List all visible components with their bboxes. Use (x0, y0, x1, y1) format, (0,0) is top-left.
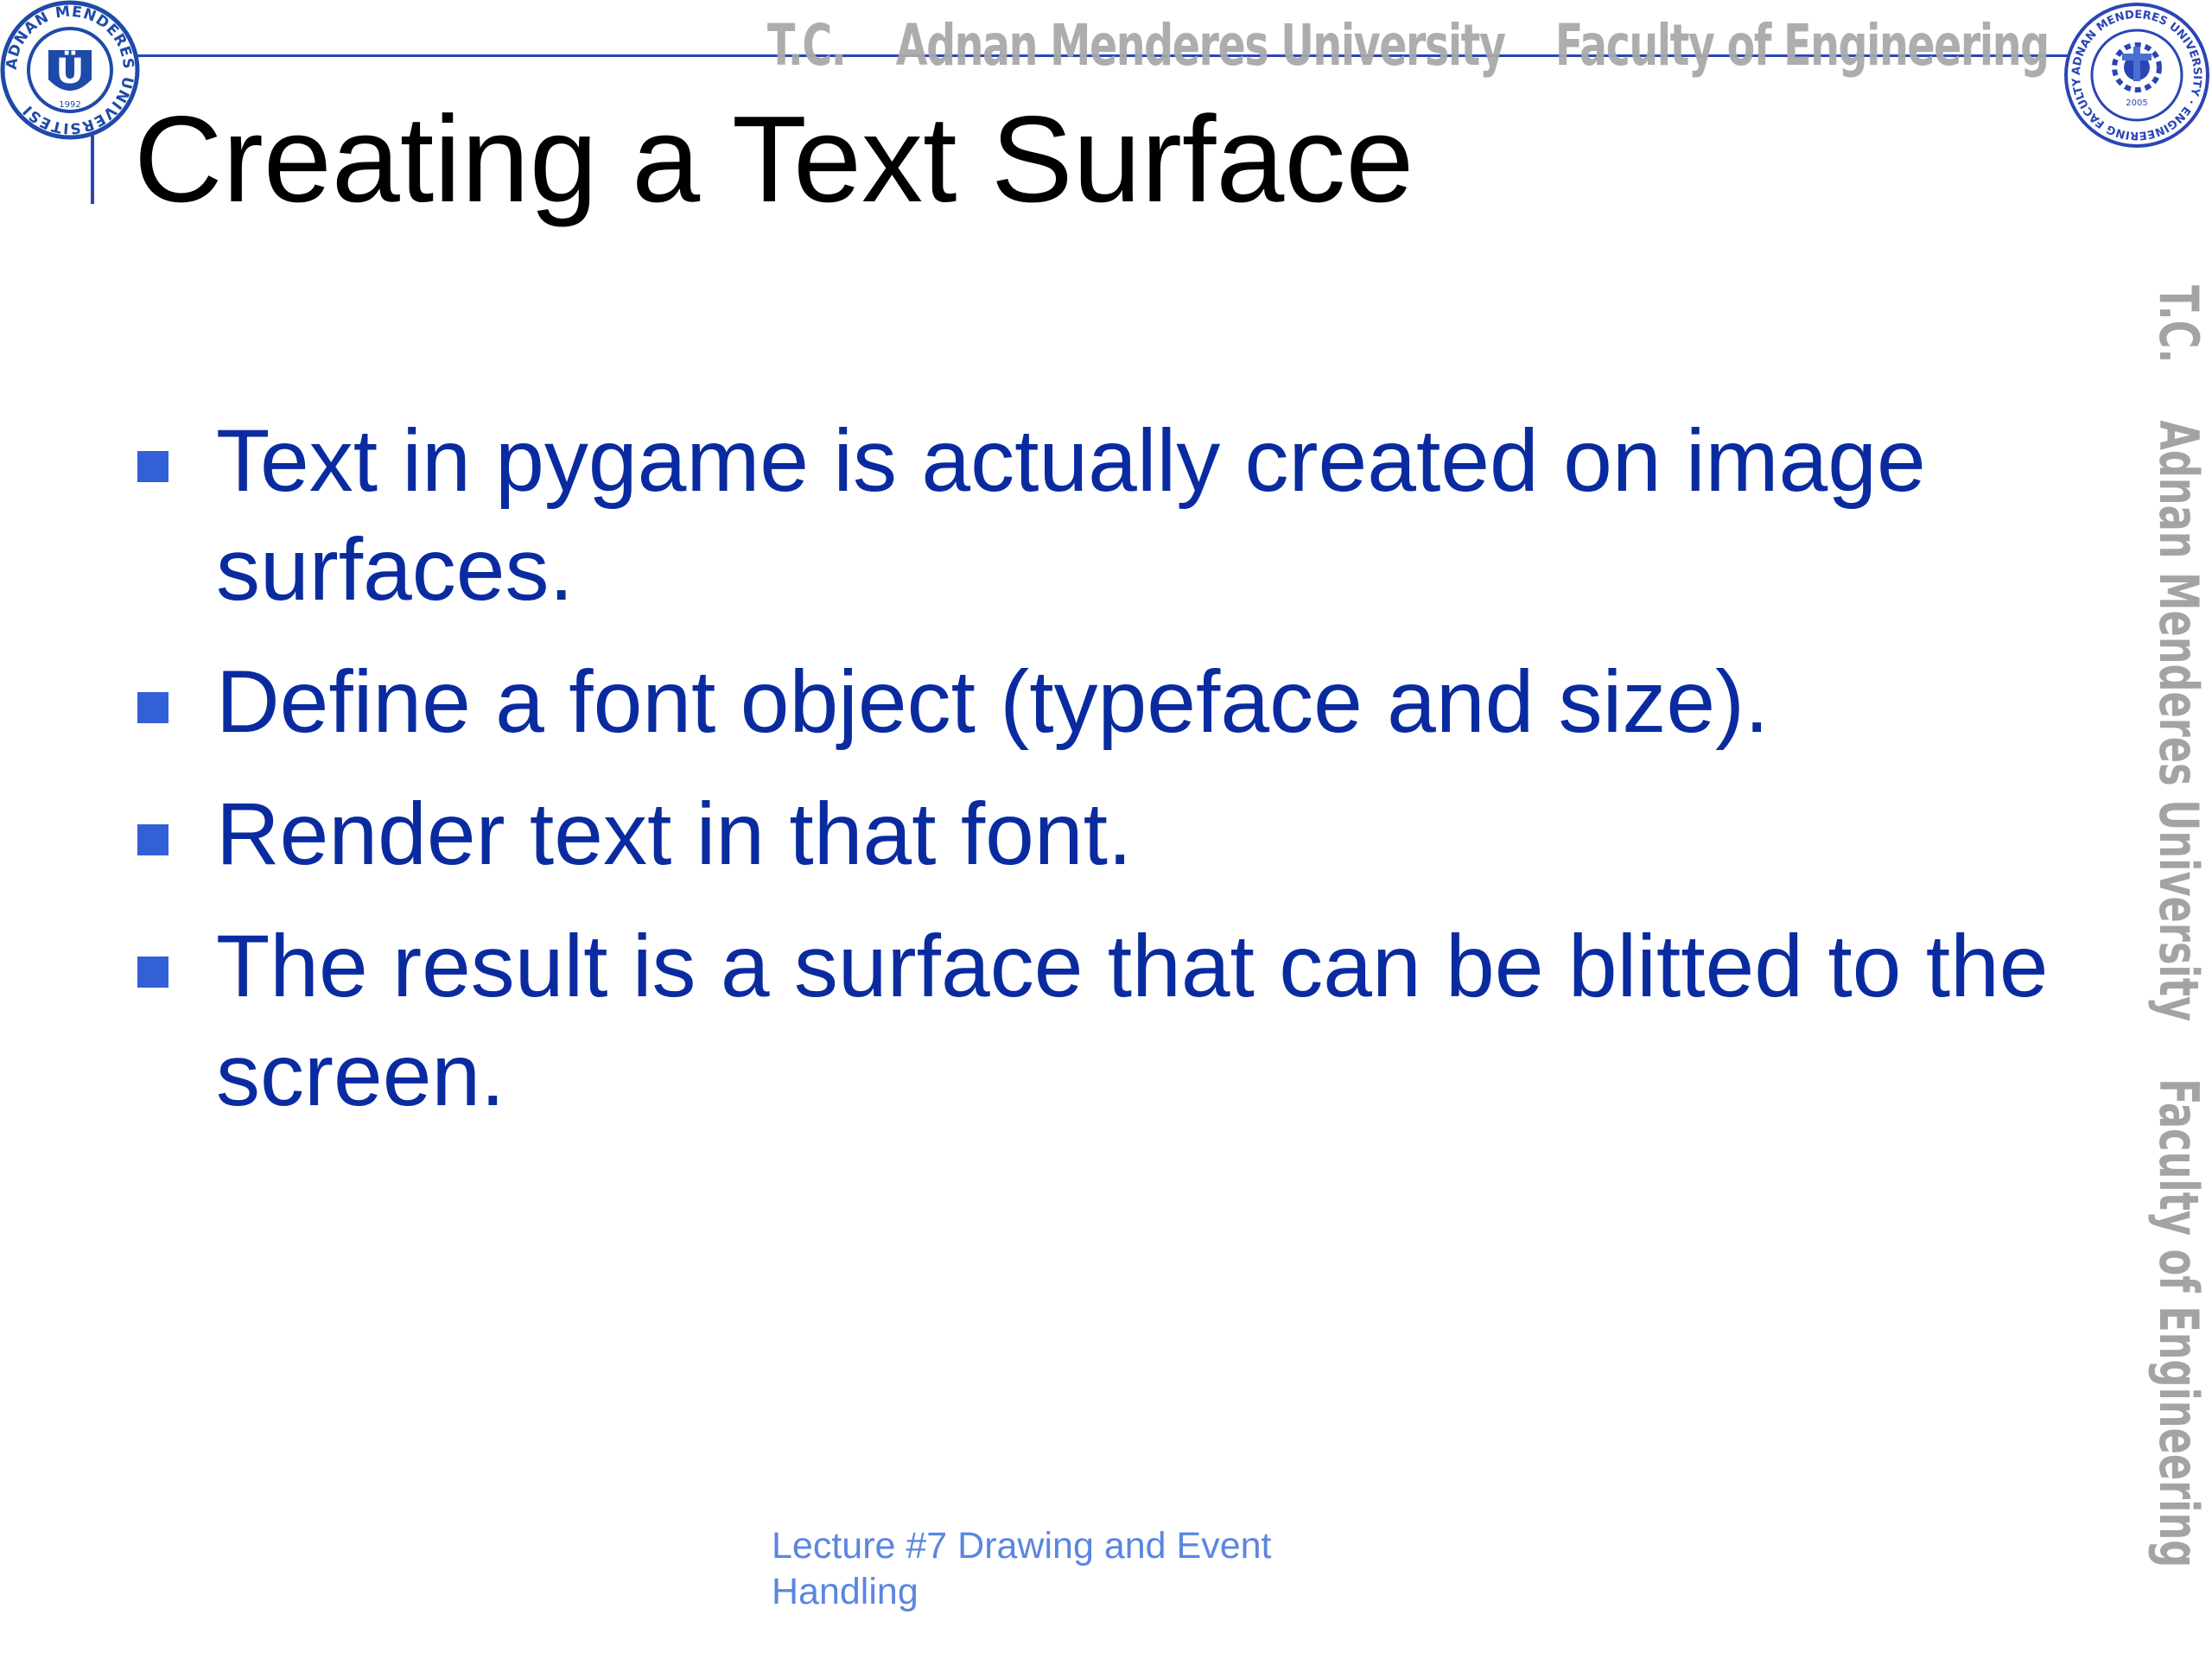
side-watermark: T.C. Adnan Menderes University Faculty o… (2147, 285, 2210, 1567)
side-watermark-faculty: Faculty of Engineering (2147, 1078, 2210, 1568)
header-watermark-university: Adnan Menderes University (895, 12, 1506, 79)
header-watermark: T.C. Adnan Menderes University Faculty o… (767, 12, 2086, 90)
left-logo-monogram: Ü (56, 50, 84, 92)
faculty-logo: ADNAN MENDERES UNIVERSITY · ENGINEERING … (2064, 3, 2209, 148)
title-accent-bar (91, 131, 94, 204)
header-watermark-faculty: Faculty of Engineering (1554, 12, 2050, 79)
bullet-item: Define a font object (typeface and size)… (134, 647, 2061, 756)
bullet-list: Text in pygame is actually created on im… (134, 406, 2061, 1153)
square-bullet-icon (137, 824, 168, 855)
header-watermark-tc: T.C. (767, 12, 847, 79)
footer-line-1: Lecture #7 Drawing and Event (772, 1525, 1272, 1567)
slide: T.C. Adnan Menderes University Faculty o… (0, 0, 2212, 1659)
square-bullet-icon (137, 692, 168, 723)
side-watermark-university: Adnan Menderes University (2147, 420, 2210, 1022)
left-logo-year: 1992 (59, 100, 80, 110)
bullet-text: The result is a surface that can be blit… (216, 917, 2049, 1124)
bullet-text: Render text in that font. (216, 785, 1133, 883)
slide-footer: Lecture #7 Drawing and Event Handling (772, 1523, 1376, 1615)
bullet-item: Text in pygame is actually created on im… (134, 406, 2061, 624)
bullet-item: The result is a surface that can be blit… (134, 912, 2061, 1129)
bullet-item: Render text in that font. (134, 779, 2061, 888)
square-bullet-icon (137, 451, 168, 482)
right-logo-year: 2005 (2126, 99, 2147, 108)
bullet-text: Define a font object (typeface and size)… (216, 652, 1770, 751)
square-bullet-icon (137, 957, 168, 988)
slide-title: Creating a Text Surface (134, 91, 1414, 228)
university-logo: ADNAN MENDERES ÜNİVERSİTESİ Ü 1992 (0, 0, 140, 140)
footer-line-2: Handling (772, 1571, 918, 1612)
bullet-text: Text in pygame is actually created on im… (216, 411, 1926, 619)
side-watermark-tc: T.C. (2147, 285, 2210, 364)
